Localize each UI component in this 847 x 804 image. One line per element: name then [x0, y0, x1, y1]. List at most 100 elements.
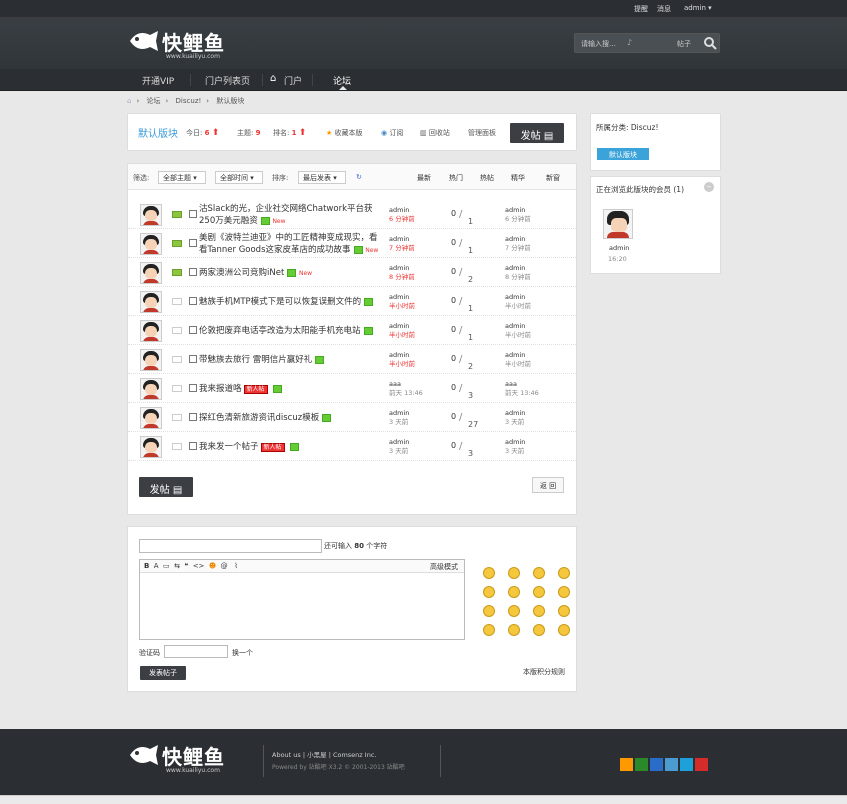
- last-post[interactable]: admin 半小时前: [505, 293, 531, 311]
- thread-checkbox[interactable]: [189, 239, 197, 247]
- sort-select[interactable]: 最后发表 ▾: [298, 171, 346, 184]
- footer-logo[interactable]: 快鲤鱼 www.kuailiyu.com: [128, 741, 238, 775]
- new-post-button-bottom[interactable]: 发帖 ▤: [139, 477, 193, 497]
- thread-title[interactable]: 伦敦把废弃电话亭改造为太阳能手机充电站: [199, 325, 385, 337]
- breadcrumb-item[interactable]: 论坛: [147, 97, 161, 105]
- rss-icon[interactable]: [620, 758, 633, 771]
- image-icon[interactable]: ▭: [163, 562, 170, 570]
- user-menu[interactable]: admin ▾: [684, 4, 712, 12]
- nav-item-portal-list[interactable]: 门户列表页: [205, 74, 250, 87]
- avatar[interactable]: [140, 436, 162, 458]
- smiley-icon[interactable]: [508, 605, 520, 617]
- smiley-icon[interactable]: [508, 567, 520, 579]
- thread-author[interactable]: admin 半小时前: [389, 351, 415, 369]
- table-row[interactable]: 沽Slack的光，企业社交网络Chatwork平台获250万美元融资 New a…: [128, 200, 576, 229]
- tab-digest[interactable]: 精华: [511, 173, 525, 183]
- thread-author[interactable]: admin 8 分钟前: [389, 264, 415, 282]
- table-row[interactable]: 美剧《波特兰迪亚》中的工匠精神变成现实，看看Tanner Goods这家皮革店的…: [128, 229, 576, 258]
- thread-checkbox[interactable]: [189, 384, 197, 392]
- renren-icon[interactable]: [650, 758, 663, 771]
- avatar[interactable]: [603, 209, 633, 239]
- time-filter-select[interactable]: 全部时间 ▾: [215, 171, 263, 184]
- footer-link-about[interactable]: About us: [272, 751, 301, 759]
- submit-post-button[interactable]: 发表帖子: [140, 666, 186, 680]
- search-input[interactable]: 请输入搜…: [581, 39, 616, 49]
- topic-filter-select[interactable]: 全部主题 ▾: [158, 171, 206, 184]
- credit-rules-link[interactable]: 本版积分规则: [523, 667, 565, 677]
- avatar[interactable]: [140, 262, 162, 284]
- last-post[interactable]: admin 半小时前: [505, 351, 531, 369]
- thread-author[interactable]: admin 6 分钟前: [389, 206, 415, 224]
- site-logo[interactable]: 快鲤鱼 www.kuailiyu.com: [128, 27, 238, 61]
- favorite-link[interactable]: ★ 收藏本版: [326, 128, 363, 138]
- tab-new-window[interactable]: 新窗: [546, 173, 560, 183]
- thread-author[interactable]: admin 3 天前: [389, 409, 409, 427]
- footer-link-comsenz[interactable]: Comsenz Inc.: [333, 751, 377, 759]
- smiley-icon[interactable]: [483, 567, 495, 579]
- footer-link-blacklist[interactable]: 小黑屋: [307, 751, 327, 759]
- tab-latest[interactable]: 最新: [417, 173, 431, 183]
- thread-title[interactable]: 探红色清新旅游资讯discuz模板: [199, 412, 385, 424]
- captcha-refresh-link[interactable]: 换一个: [232, 648, 253, 658]
- qq-weibo-icon[interactable]: [680, 758, 693, 771]
- smiley-icon[interactable]: ☻: [209, 562, 216, 570]
- smiley-icon[interactable]: [533, 567, 545, 579]
- code-icon[interactable]: <>: [193, 562, 205, 570]
- thread-checkbox[interactable]: [189, 413, 197, 421]
- member-name[interactable]: admin: [609, 244, 629, 252]
- new-post-button[interactable]: 发帖 ▤: [510, 123, 564, 143]
- avatar[interactable]: [140, 320, 162, 342]
- table-row[interactable]: 我来报道咯 新人帖 aaa 前天 13:46 0 / 3 aaa 前天 13:46: [128, 374, 576, 403]
- refresh-icon[interactable]: ↻: [356, 173, 362, 181]
- thread-checkbox[interactable]: [189, 355, 197, 363]
- search-type-select[interactable]: 帖子: [677, 39, 691, 49]
- advanced-mode-link[interactable]: 高级模式: [430, 562, 458, 572]
- thread-author[interactable]: admin 半小时前: [389, 322, 415, 340]
- smiley-icon[interactable]: [533, 586, 545, 598]
- remind-link[interactable]: 提醒: [634, 4, 648, 14]
- back-button[interactable]: 返 回: [532, 477, 564, 493]
- bold-icon[interactable]: B: [144, 562, 149, 570]
- breadcrumb-item[interactable]: Discuz!: [176, 97, 202, 105]
- smiley-icon[interactable]: [508, 586, 520, 598]
- search-box[interactable]: 请输入搜… ♪ 帖子: [574, 33, 720, 53]
- manage-link[interactable]: 管理面板: [468, 128, 496, 138]
- table-row[interactable]: 我来发一个帖子 新人帖 admin 3 天前 0 / 3 admin 3 天前: [128, 432, 576, 461]
- thread-author[interactable]: aaa 前天 13:46: [389, 380, 423, 398]
- horizontal-scrollbar[interactable]: [0, 795, 847, 804]
- search-icon[interactable]: [703, 36, 717, 50]
- thread-checkbox[interactable]: [189, 297, 197, 305]
- smiley-icon[interactable]: [483, 624, 495, 636]
- tab-hot[interactable]: 热帖: [480, 173, 494, 183]
- quote-icon[interactable]: ❝: [184, 562, 188, 570]
- avatar[interactable]: [140, 378, 162, 400]
- captcha-input[interactable]: [164, 645, 228, 658]
- collapse-icon[interactable]: −: [704, 182, 714, 192]
- smiley-icon[interactable]: [483, 586, 495, 598]
- thread-author[interactable]: admin 7 分钟前: [389, 235, 415, 253]
- recycle-link[interactable]: ▥ 回收站: [420, 128, 450, 138]
- table-row[interactable]: 伦敦把废弃电话亭改造为太阳能手机充电站 admin 半小时前 0 / 1 admi…: [128, 316, 576, 345]
- smiley-icon[interactable]: [558, 586, 570, 598]
- last-post[interactable]: aaa 前天 13:46: [505, 380, 539, 398]
- avatar[interactable]: [140, 407, 162, 429]
- attachment-icon[interactable]: ⌇: [234, 562, 237, 570]
- table-row[interactable]: 两家澳洲公司竞购iNet New admin 8 分钟前 0 / 2 admin 8…: [128, 258, 576, 287]
- kaixin-icon[interactable]: [665, 758, 678, 771]
- forum-link-button[interactable]: 默认版块: [597, 148, 649, 160]
- avatar[interactable]: [140, 291, 162, 313]
- smiley-icon[interactable]: [533, 605, 545, 617]
- avatar[interactable]: [140, 233, 162, 255]
- microphone-icon[interactable]: ♪: [627, 38, 632, 47]
- thread-checkbox[interactable]: [189, 442, 197, 450]
- avatar[interactable]: [140, 204, 162, 226]
- thread-title[interactable]: 我来报道咯 新人帖: [199, 383, 385, 396]
- thread-title[interactable]: 魅族手机MTP模式下是可以恢复误删文件的: [199, 296, 385, 308]
- table-row[interactable]: 魅族手机MTP模式下是可以恢复误删文件的 admin 半小时前 0 / 1 adm…: [128, 287, 576, 316]
- font-color-icon[interactable]: A: [154, 562, 159, 570]
- last-post[interactable]: admin 3 天前: [505, 438, 525, 456]
- messages-link[interactable]: 消息: [657, 4, 671, 14]
- thread-title[interactable]: 我来发一个帖子 新人帖: [199, 441, 385, 454]
- smiley-icon[interactable]: [483, 605, 495, 617]
- thread-title[interactable]: 两家澳洲公司竞购iNet New: [199, 267, 385, 280]
